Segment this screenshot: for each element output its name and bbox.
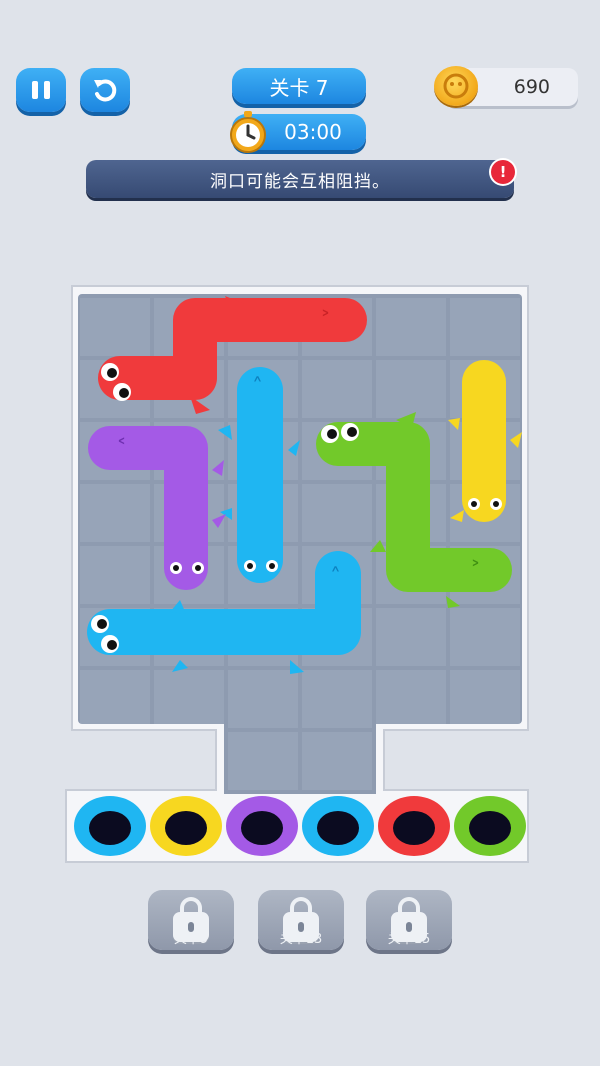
hole-pit <box>469 811 511 845</box>
svg-text:˃: ˃ <box>470 559 481 584</box>
hole-pit <box>165 811 207 845</box>
hole-pit <box>89 811 131 845</box>
board-neck <box>224 724 376 794</box>
svg-text:˄: ˄ <box>330 565 341 590</box>
hole-pit <box>393 811 435 845</box>
hole-purple <box>226 796 298 856</box>
locked-level-3[interactable]: 关卡15 <box>366 890 452 950</box>
hole-red <box>378 796 450 856</box>
hole-yellow <box>150 796 222 856</box>
hole-green <box>454 796 526 856</box>
svg-text:˂: ˂ <box>116 437 127 462</box>
locked-level-2[interactable]: 关卡13 <box>258 890 344 950</box>
svg-text:˃: ˃ <box>320 309 331 334</box>
hole-pit <box>317 811 359 845</box>
hole-pit <box>241 811 283 845</box>
svg-text:˄: ˄ <box>252 375 263 400</box>
locked-level-1[interactable]: 关卡9 <box>148 890 234 950</box>
hole-blue <box>74 796 146 856</box>
hole-blue <box>302 796 374 856</box>
